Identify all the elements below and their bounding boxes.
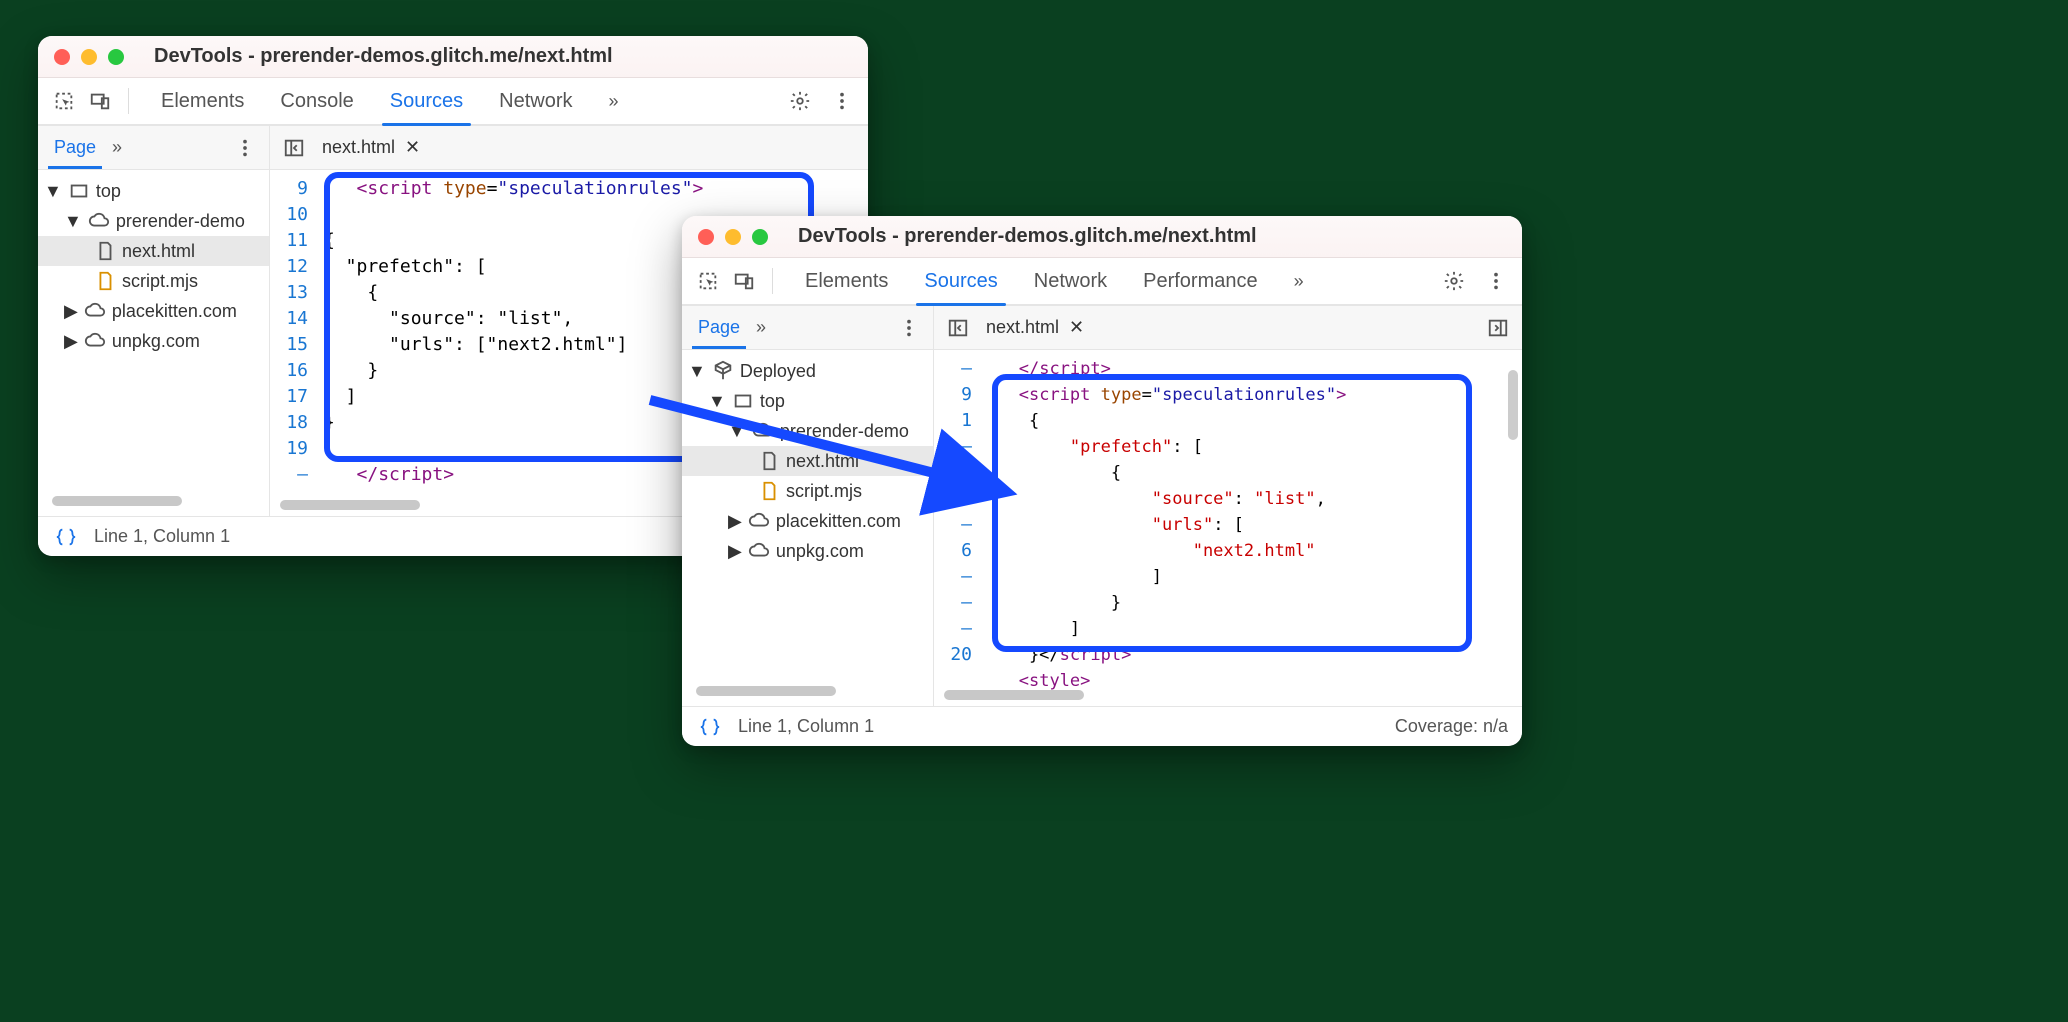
tree-placekitten[interactable]: ▶ placekitten.com — [38, 296, 269, 326]
tree-top[interactable]: ▼ top — [682, 386, 933, 416]
inspect-icon[interactable] — [50, 87, 78, 115]
sidebar-h-scrollbar[interactable] — [52, 496, 182, 506]
open-file-name: next.html — [986, 317, 1059, 338]
kebab-icon[interactable] — [1482, 267, 1510, 295]
line-gutter: 910111213141516171819– — [270, 170, 316, 516]
file-navigator: ▼ top ▼ prerender-demo next.html script.… — [38, 170, 270, 516]
file-navigator: ▼ Deployed ▼ top ▼ prerender-demo next.h… — [682, 350, 934, 706]
line-gutter: –91–3––6–––20 — [934, 350, 980, 706]
open-file-tab[interactable]: next.html ✕ — [986, 317, 1084, 338]
inspect-icon[interactable] — [694, 267, 722, 295]
sidebar-h-scrollbar[interactable] — [696, 686, 836, 696]
sources-subbar: Page » next.html ✕ — [38, 126, 868, 170]
close-icon[interactable] — [54, 49, 70, 65]
tree-deployed[interactable]: ▼ Deployed — [682, 356, 933, 386]
subtab-overflow[interactable]: » — [112, 137, 122, 158]
tree-top[interactable]: ▼ top — [38, 176, 269, 206]
gear-icon[interactable] — [1440, 267, 1468, 295]
page-subtab[interactable]: Page — [692, 306, 746, 349]
tab-overflow[interactable]: » — [1276, 258, 1322, 304]
page-subtab[interactable]: Page — [48, 126, 102, 169]
subtab-overflow[interactable]: » — [756, 317, 766, 338]
window-title: DevTools - prerender-demos.glitch.me/nex… — [154, 45, 613, 68]
cursor-position: Line 1, Column 1 — [94, 526, 230, 547]
minimize-icon[interactable] — [81, 49, 97, 65]
tab-sources[interactable]: Sources — [906, 258, 1015, 304]
gear-icon[interactable] — [786, 87, 814, 115]
tab-sources[interactable]: Sources — [372, 78, 481, 124]
device-icon[interactable] — [730, 267, 758, 295]
cursor-position: Line 1, Column 1 — [738, 716, 874, 737]
devtools-window-right: DevTools - prerender-demos.glitch.me/nex… — [682, 216, 1522, 746]
subtab-kebab-icon[interactable] — [895, 314, 923, 342]
tab-performance[interactable]: Performance — [1125, 258, 1276, 304]
close-file-icon[interactable]: ✕ — [405, 137, 420, 158]
open-file-name: next.html — [322, 137, 395, 158]
h-scrollbar[interactable] — [944, 690, 1084, 700]
main-toolbar: Elements Console Sources Network » — [38, 78, 868, 126]
tree-unpkg[interactable]: ▶ unpkg.com — [38, 326, 269, 356]
traffic-lights — [54, 49, 124, 65]
tab-elements[interactable]: Elements — [143, 78, 262, 124]
tree-file-next[interactable]: next.html — [682, 446, 933, 476]
pretty-print-icon[interactable] — [696, 713, 724, 741]
close-icon[interactable] — [698, 229, 714, 245]
h-scrollbar[interactable] — [280, 500, 420, 510]
tab-network[interactable]: Network — [481, 78, 590, 124]
tree-unpkg[interactable]: ▶ unpkg.com — [682, 536, 933, 566]
tree-file-next[interactable]: next.html — [38, 236, 269, 266]
v-scrollbar[interactable] — [1508, 370, 1518, 440]
close-file-icon[interactable]: ✕ — [1069, 317, 1084, 338]
subtab-kebab-icon[interactable] — [231, 134, 259, 162]
code-editor[interactable]: –91–3––6–––20 </script> <script type="sp… — [934, 350, 1522, 706]
statusbar: Line 1, Column 1 Coverage: n/a — [682, 706, 1522, 746]
tree-file-script[interactable]: script.mjs — [682, 476, 933, 506]
tab-elements[interactable]: Elements — [787, 258, 906, 304]
open-file-tab[interactable]: next.html ✕ — [322, 137, 420, 158]
tree-host[interactable]: ▼ prerender-demo — [682, 416, 933, 446]
zoom-icon[interactable] — [108, 49, 124, 65]
kebab-icon[interactable] — [828, 87, 856, 115]
main-toolbar: Elements Sources Network Performance » — [682, 258, 1522, 306]
device-icon[interactable] — [86, 87, 114, 115]
window-title: DevTools - prerender-demos.glitch.me/nex… — [798, 225, 1257, 248]
sources-subbar: Page » next.html ✕ — [682, 306, 1522, 350]
toggle-nav-icon[interactable] — [944, 314, 972, 342]
titlebar: DevTools - prerender-demos.glitch.me/nex… — [682, 216, 1522, 258]
coverage-status: Coverage: n/a — [1395, 716, 1508, 737]
titlebar: DevTools - prerender-demos.glitch.me/nex… — [38, 36, 868, 78]
minimize-icon[interactable] — [725, 229, 741, 245]
pretty-print-icon[interactable] — [52, 523, 80, 551]
traffic-lights — [698, 229, 768, 245]
tree-file-script[interactable]: script.mjs — [38, 266, 269, 296]
code-content: </script> <script type="speculationrules… — [980, 350, 1522, 706]
tab-console[interactable]: Console — [262, 78, 371, 124]
toggle-nav-icon[interactable] — [280, 134, 308, 162]
toggle-debugger-icon[interactable] — [1484, 314, 1512, 342]
tab-overflow[interactable]: » — [591, 78, 637, 124]
zoom-icon[interactable] — [752, 229, 768, 245]
tree-placekitten[interactable]: ▶ placekitten.com — [682, 506, 933, 536]
tab-network[interactable]: Network — [1016, 258, 1125, 304]
tree-host[interactable]: ▼ prerender-demo — [38, 206, 269, 236]
